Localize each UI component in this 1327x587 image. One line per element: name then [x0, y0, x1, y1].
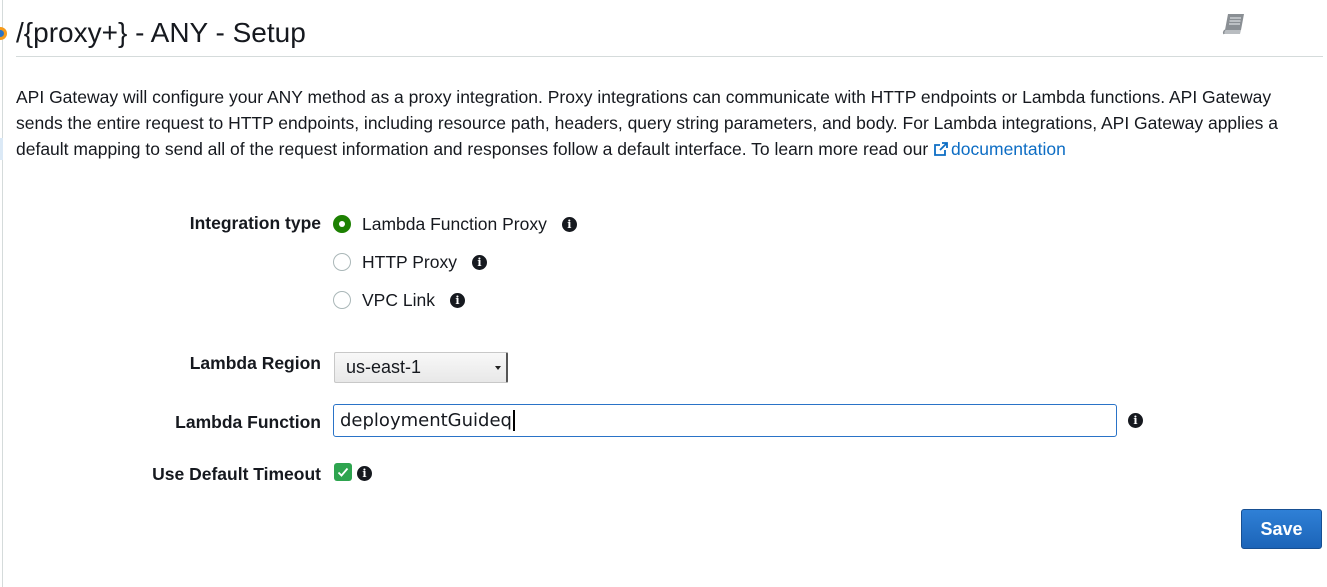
radio-button-selected[interactable] — [333, 215, 351, 233]
lambda-function-label: Lambda Function — [175, 412, 321, 432]
info-icon[interactable]: i — [357, 466, 372, 481]
info-icon[interactable]: i — [449, 292, 465, 308]
info-icon[interactable]: i — [1128, 413, 1143, 428]
dropdown-arrow-icon — [495, 366, 501, 370]
status-dot-icon — [0, 27, 7, 40]
checkmark-icon — [337, 467, 349, 477]
radio-vpc-link[interactable]: VPC Link i — [333, 288, 465, 312]
setup-description: API Gateway will configure your ANY meth… — [16, 84, 1321, 162]
book-icon[interactable] — [1220, 10, 1248, 38]
radio-button[interactable] — [333, 253, 351, 271]
title-divider — [16, 56, 1323, 57]
text-cursor — [513, 410, 515, 431]
page-title: /{proxy+} - ANY - Setup — [16, 17, 306, 48]
documentation-link[interactable]: documentation — [933, 139, 1066, 159]
info-icon[interactable]: i — [471, 254, 487, 270]
radio-http-proxy[interactable]: HTTP Proxy i — [333, 250, 487, 274]
radio-label: Lambda Function Proxy — [362, 213, 547, 234]
lambda-function-input[interactable] — [333, 404, 1117, 437]
description-text: API Gateway will configure your ANY meth… — [16, 87, 1279, 159]
radio-lambda-function-proxy[interactable]: Lambda Function Proxy i — [333, 212, 577, 236]
radio-label: VPC Link — [362, 289, 435, 310]
default-timeout-checkbox[interactable] — [334, 463, 352, 481]
save-button[interactable]: Save — [1241, 509, 1322, 549]
default-timeout-label: Use Default Timeout — [152, 464, 321, 484]
radio-label: HTTP Proxy — [362, 251, 457, 272]
lambda-region-label: Lambda Region — [189, 353, 321, 373]
lambda-region-value: us-east-1 — [346, 357, 422, 377]
left-border — [2, 0, 3, 587]
external-link-icon — [934, 142, 948, 156]
documentation-link-label: documentation — [951, 139, 1066, 159]
radio-button[interactable] — [333, 291, 351, 309]
info-icon[interactable]: i — [561, 216, 577, 232]
left-border-highlight — [0, 138, 3, 160]
integration-type-label: Integration type — [189, 213, 321, 233]
lambda-region-select[interactable]: us-east-1 — [334, 352, 508, 383]
